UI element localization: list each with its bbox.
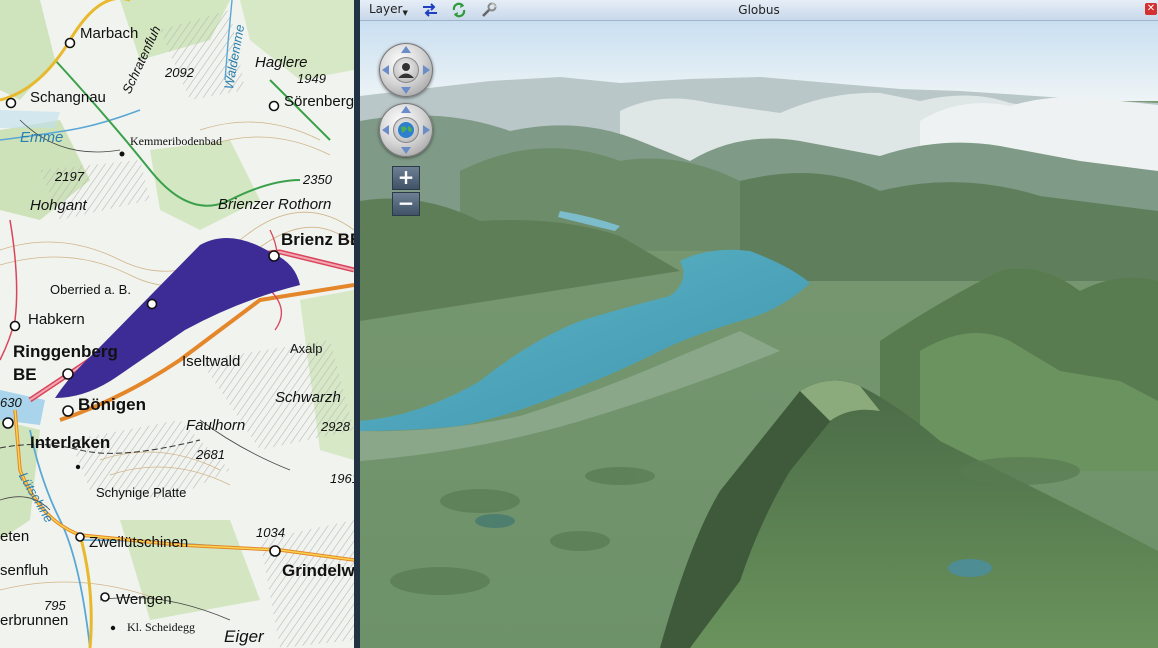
map-label-boenigen: Bönigen [78,395,146,414]
map-label-hohgant: Hohgant [30,197,87,214]
map-label-elev-1034: 1034 [256,525,285,540]
map-label-grindelwald: Grindelw [282,561,354,580]
pan-right-arrow-icon[interactable] [423,125,430,135]
map-label-peak-2928: 2928 [321,419,350,434]
map-label-axalp: Axalp [290,341,323,356]
map-label-marbach: Marbach [80,25,139,42]
map-label-peak-2197: 2197 [55,169,84,184]
globe-icon [393,117,419,143]
map-label-eten: eten [0,528,30,545]
map-label-schangnau: Schangnau [30,89,106,106]
map-label-emme: Emme [20,129,64,146]
map-label-peak-2350: 2350 [303,172,332,187]
pan-left-arrow-icon[interactable] [382,125,389,135]
map-label-soerenberg: Sörenberg [284,93,354,110]
globe-panel[interactable]: Layer▼ Globus ✕ + − [360,0,1158,648]
map-label-wengen: Wengen [116,591,172,608]
map-label-haglere: Haglere [255,54,308,71]
map-label-oberried: Oberried a. B. [50,282,131,297]
map-label-schynige-platte: Schynige Platte [96,485,187,500]
zoom-out-button[interactable]: − [392,192,420,216]
rotate-left-arrow-icon[interactable] [382,65,389,75]
map-label-brienz: Brienz BE [281,230,354,249]
map-label-peak-1961: 1961 [330,471,354,486]
map-label-be: BE [13,365,37,384]
rotate-right-arrow-icon[interactable] [423,65,430,75]
map-label-ringgenberg: Ringgenberg [13,342,118,361]
map-label-faulhorn: Faulhorn [186,417,246,434]
zoom-in-button[interactable]: + [392,166,420,190]
map-label-elev-630: 630 [0,395,22,410]
map-label-interlaken: Interlaken [30,433,111,452]
map-label-elev-795: 795 [44,598,66,613]
map-label-zweiluetschinen: Zweilütschinen [89,534,189,551]
map-label-peak-1949: 1949 [297,71,326,86]
person-icon [393,57,419,83]
close-icon[interactable]: ✕ [1145,3,1157,15]
map-label-eiger: Eiger [224,627,264,646]
pan-down-arrow-icon[interactable] [401,147,411,154]
map-label-lauterbrunnen: erbrunnen [0,612,69,629]
map-label-kl-scheidegg: Kl. Scheidegg [127,620,195,634]
map-label-schwarzhorn: Schwarzh [275,389,341,406]
map-label-senfluh: senfluh [0,562,49,579]
pan-up-arrow-icon[interactable] [401,106,411,113]
tilt-down-arrow-icon[interactable] [401,87,411,94]
globe-3d-scene[interactable] [360,21,1158,648]
tilt-up-arrow-icon[interactable] [401,46,411,53]
globe-titlebar: Layer▼ Globus ✕ [360,0,1158,21]
tilt-navigation-control[interactable] [379,43,433,97]
map-label-peak-2092: 2092 [165,65,194,80]
map-label-iseltwald: Iseltwald [182,353,241,370]
map-label-brienzer-rothorn: Brienzer Rothorn [218,196,332,213]
topo-map-panel[interactable]: Marbach Schratenfluh 2092 Waldemme Hagle… [0,0,354,648]
map-label-kemmeribodenbad: Kemmeribodenbad [130,134,222,148]
pan-navigation-control[interactable] [379,103,433,157]
globe-window-title: Globus [738,3,780,17]
map-label-habkern: Habkern [28,311,85,328]
map-label-peak-2681: 2681 [196,447,225,462]
